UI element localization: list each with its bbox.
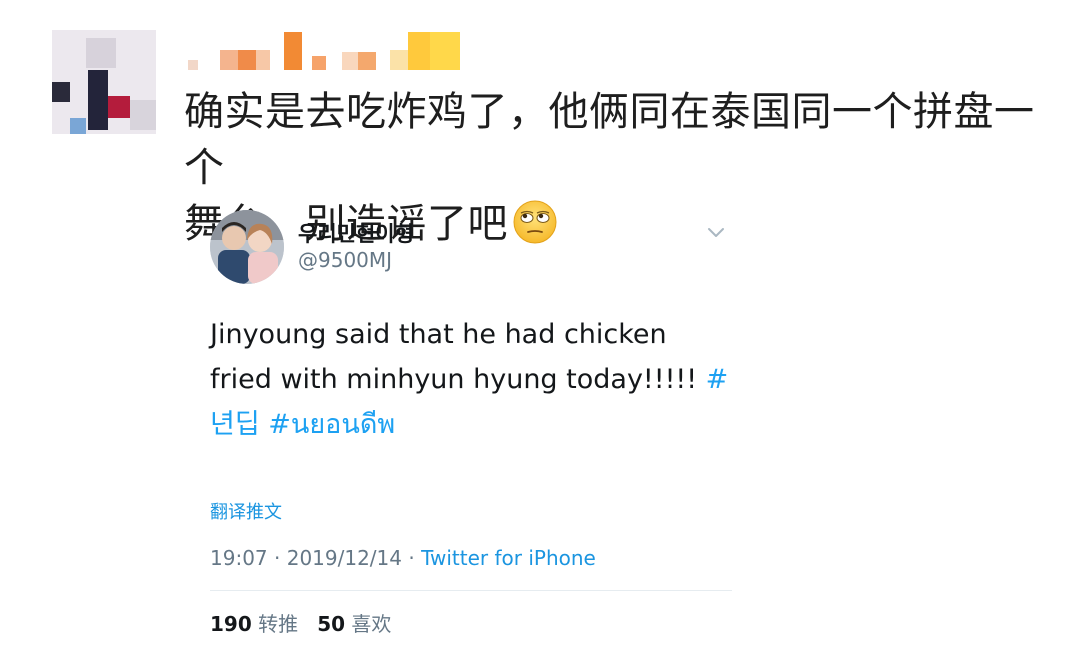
retweets-label[interactable]: 转推 — [258, 612, 298, 636]
chevron-down-icon[interactable] — [706, 226, 726, 240]
tweet-display-name[interactable]: 우리민현이형 — [298, 218, 414, 248]
retweets-count[interactable]: 190 — [210, 612, 252, 636]
meta-separator: · — [274, 546, 287, 570]
poster-username[interactable] — [188, 32, 548, 70]
hashtag-link[interactable]: #นยอนดีพ — [268, 409, 395, 440]
tweet-source-link[interactable]: Twitter for iPhone — [421, 546, 596, 570]
tweet-body: Jinyoung said that he had chicken fried … — [210, 312, 730, 447]
poster-avatar[interactable] — [52, 30, 156, 134]
tweet-stats: 190 转推 50 喜欢 — [210, 608, 391, 637]
likes-count[interactable]: 50 — [317, 612, 345, 636]
meta-separator: · — [408, 546, 422, 570]
tweet-handle[interactable]: @9500MJ — [298, 248, 392, 272]
tweet-meta: 19:07 · 2019/12/14 · Twitter for iPhone — [210, 546, 596, 570]
tweet-avatar[interactable] — [210, 210, 284, 284]
tweet-date: 2019/12/14 — [286, 546, 402, 570]
likes-label[interactable]: 喜欢 — [351, 612, 391, 636]
post-text-line1: 确实是去吃炸鸡了，他俩同在泰国同一个拼盘一个 — [184, 89, 1035, 191]
avatar-photo-icon — [210, 210, 284, 284]
tweet-time: 19:07 — [210, 546, 268, 570]
rolling-eyes-emoji-icon — [513, 200, 557, 244]
translate-tweet-link[interactable]: 翻译推文 — [210, 498, 282, 524]
divider — [210, 590, 732, 591]
tweet-body-text: Jinyoung said that he had chicken fried … — [210, 319, 706, 395]
